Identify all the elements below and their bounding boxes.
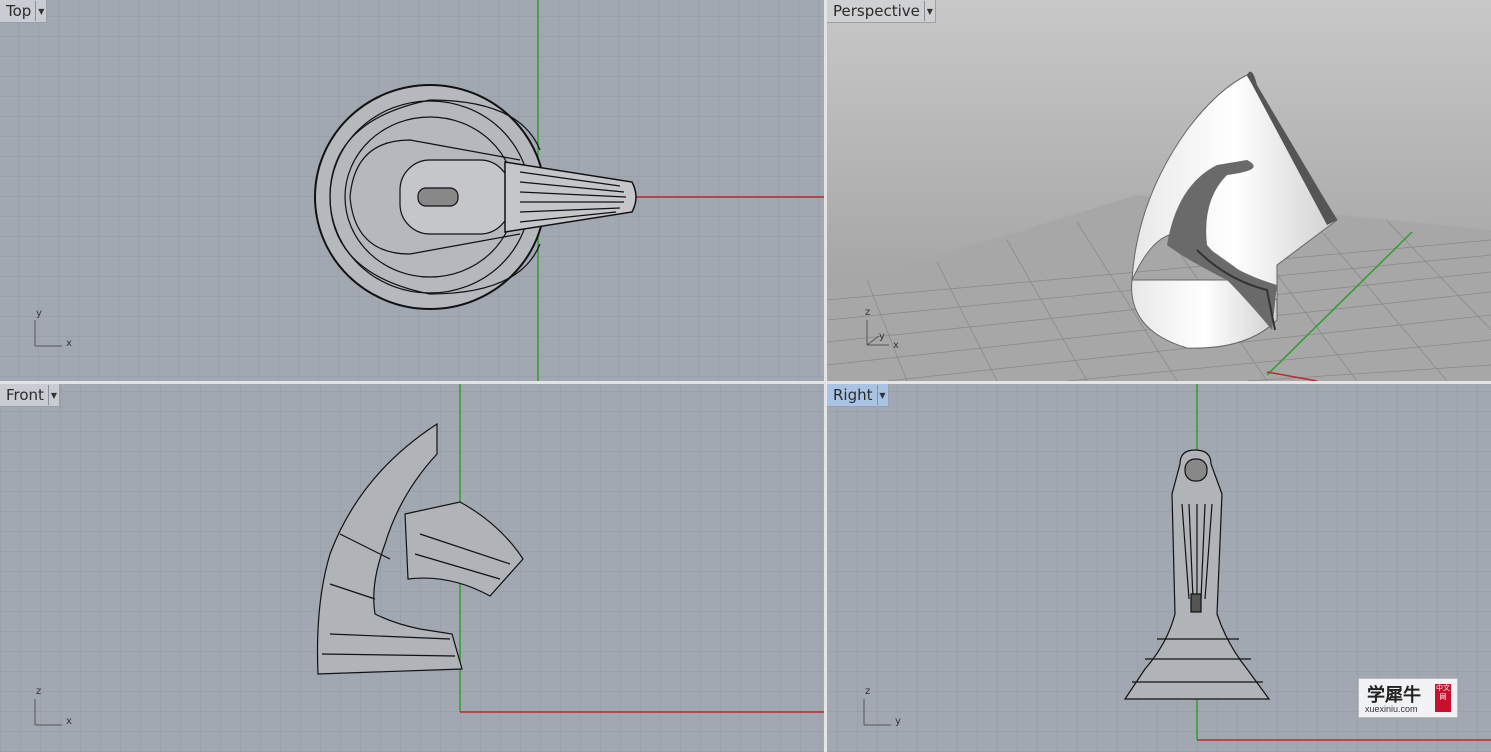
viewport-tab-top[interactable]: Top ▼ — [0, 0, 48, 23]
axis-label-z: z — [36, 686, 42, 697]
axis-label-y: y — [895, 716, 901, 727]
viewport-title[interactable]: Front — [6, 386, 48, 404]
viewport-perspective[interactable]: Perspective ▼ z y x — [827, 0, 1491, 381]
watermark-logo: 学犀牛 xuexiniu.com 中文网 — [1358, 678, 1458, 718]
axis-label-x: x — [66, 716, 72, 727]
viewport-divider-horizontal[interactable] — [0, 381, 1491, 384]
axis-label-y: y — [879, 331, 885, 342]
axis-label-x: x — [66, 338, 72, 349]
viewport-tab-right[interactable]: Right ▼ — [827, 384, 889, 407]
viewport-menu-arrow-icon[interactable]: ▼ — [47, 385, 59, 405]
viewport-title[interactable]: Perspective — [833, 2, 924, 20]
viewport-divider-vertical[interactable] — [824, 0, 827, 752]
watermark-site-text: xuexiniu.com — [1365, 704, 1418, 714]
viewport-menu-arrow-icon[interactable]: ▼ — [876, 385, 888, 405]
viewport-front[interactable]: Front ▼ z x — [0, 384, 824, 752]
viewport-top[interactable]: Top ▼ y x — [0, 0, 824, 381]
viewport-perspective-canvas[interactable] — [827, 0, 1491, 381]
watermark-badge: 中文网 — [1435, 684, 1451, 712]
viewport-title[interactable]: Top — [6, 2, 35, 20]
viewport-tab-front[interactable]: Front ▼ — [0, 384, 60, 407]
viewport-tab-perspective[interactable]: Perspective ▼ — [827, 0, 936, 23]
viewport-menu-arrow-icon[interactable]: ▼ — [923, 1, 935, 21]
viewport-top-canvas[interactable] — [0, 0, 824, 381]
viewport-menu-arrow-icon[interactable]: ▼ — [35, 1, 46, 21]
axis-label-z: z — [865, 307, 871, 318]
viewport-front-canvas[interactable] — [0, 384, 824, 752]
axis-label-z: z — [865, 686, 871, 697]
viewport-title[interactable]: Right — [833, 386, 877, 404]
axis-label-y: y — [36, 308, 42, 319]
axis-label-x: x — [893, 340, 899, 351]
